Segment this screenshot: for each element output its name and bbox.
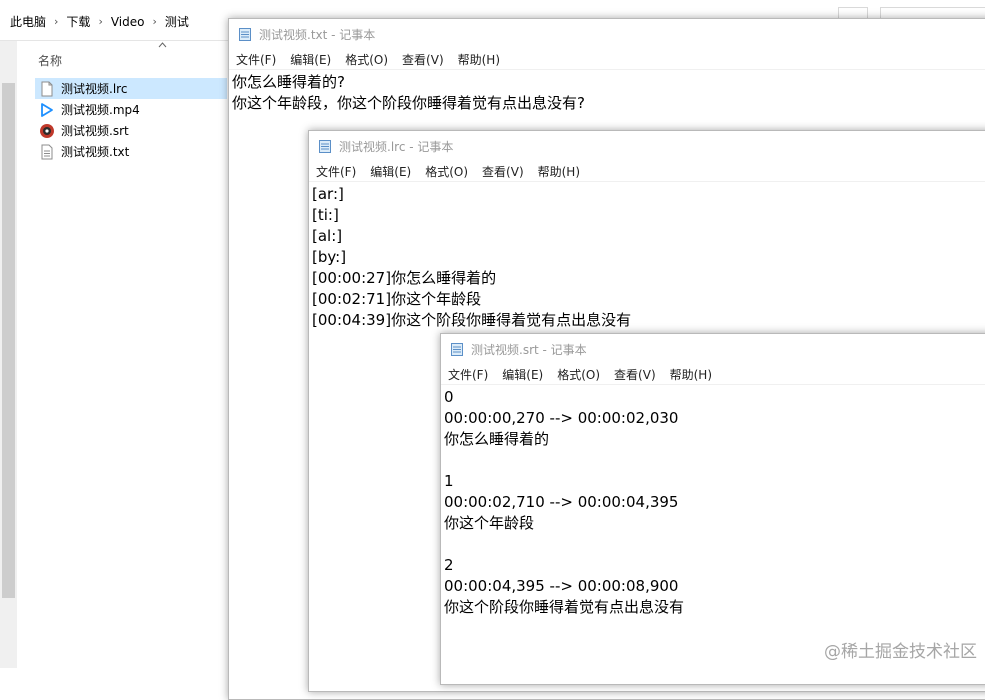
menu-format[interactable]: 格式(O) <box>345 51 388 68</box>
chevron-up-icon <box>158 42 167 48</box>
text-line: [00:02:71]你这个年龄段 <box>312 290 482 308</box>
file-row-txt[interactable]: 测试视频.txt <box>35 141 227 162</box>
menu-help[interactable]: 帮助(H) <box>458 51 500 68</box>
text-line: 你怎么睡得着的? <box>232 73 345 91</box>
menu-help[interactable]: 帮助(H) <box>538 163 580 180</box>
text-line: [00:00:27]你怎么睡得着的 <box>312 269 497 287</box>
file-row-srt[interactable]: 测试视频.srt <box>35 120 227 141</box>
text-line <box>444 534 985 555</box>
menu-edit[interactable]: 编辑(E) <box>290 51 331 68</box>
play-icon <box>39 102 55 118</box>
chevron-right-icon: › <box>152 15 157 28</box>
menu-file[interactable]: 文件(F) <box>448 366 488 383</box>
column-header-name[interactable]: 名称 <box>38 52 62 69</box>
notepad-icon <box>237 26 253 42</box>
text-line: 2 <box>444 556 454 574</box>
menu-help[interactable]: 帮助(H) <box>670 366 712 383</box>
text-line: 1 <box>444 472 454 490</box>
notepad-icon <box>317 138 333 154</box>
text-line: 你这个年龄段，你这个阶段你睡得着觉有点出息没有? <box>232 94 585 112</box>
text-line: 你这个年龄段 <box>444 514 535 532</box>
breadcrumb-downloads[interactable]: 下载 <box>66 13 90 30</box>
text-line: 你这个阶段你睡得着觉有点出息没有 <box>444 598 685 616</box>
chevron-right-icon: › <box>98 15 103 28</box>
title-bar[interactable]: 测试视频.srt - 记事本 <box>441 334 985 364</box>
menu-bar: 文件(F) 编辑(E) 格式(O) 查看(V) 帮助(H) <box>441 364 985 385</box>
text-line: 你怎么睡得着的 <box>444 430 550 448</box>
menu-file[interactable]: 文件(F) <box>316 163 356 180</box>
text-line: [00:04:39]你这个阶段你睡得着觉有点出息没有 <box>312 311 632 329</box>
breadcrumb-this-pc[interactable]: 此电脑 <box>10 13 46 30</box>
watermark: @稀土掘金技术社区 <box>824 642 977 662</box>
breadcrumb-test[interactable]: 测试 <box>165 13 189 30</box>
text-editor[interactable]: 0 00:00:00,270 --> 00:00:02,030 你怎么睡得着的 1 0… <box>441 385 985 618</box>
menu-edit[interactable]: 编辑(E) <box>370 163 411 180</box>
menu-bar: 文件(F) 编辑(E) 格式(O) 查看(V) 帮助(H) <box>229 49 985 70</box>
menu-view[interactable]: 查看(V) <box>482 163 524 180</box>
breadcrumb: 此电脑 › 下载 › Video › 测试 <box>10 13 189 30</box>
text-line: 00:00:04,395 --> 00:00:08,900 <box>444 577 679 595</box>
notepad-file-icon <box>39 144 55 160</box>
title-bar[interactable]: 测试视频.txt - 记事本 <box>229 19 985 49</box>
file-name: 测试视频.txt <box>61 145 130 159</box>
file-list: 测试视频.lrc 测试视频.mp4 测试视频.srt 测试视频.txt <box>35 78 227 162</box>
notepad-window-srt[interactable]: 测试视频.srt - 记事本 文件(F) 编辑(E) 格式(O) 查看(V) 帮… <box>440 333 985 685</box>
menu-format[interactable]: 格式(O) <box>425 163 468 180</box>
file-name: 测试视频.mp4 <box>61 103 140 117</box>
text-line: [by:] <box>312 248 347 266</box>
text-line: 0 <box>444 388 454 406</box>
media-player-icon <box>39 123 55 139</box>
menu-edit[interactable]: 编辑(E) <box>502 366 543 383</box>
scrollbar-thumb[interactable] <box>2 83 15 598</box>
explorer-scrollbar[interactable] <box>0 41 17 668</box>
file-name: 测试视频.srt <box>61 124 129 138</box>
menu-view[interactable]: 查看(V) <box>614 366 656 383</box>
menu-bar: 文件(F) 编辑(E) 格式(O) 查看(V) 帮助(H) <box>309 161 985 182</box>
file-row-mp4[interactable]: 测试视频.mp4 <box>35 99 227 120</box>
text-line <box>444 450 985 471</box>
text-line: 00:00:00,270 --> 00:00:02,030 <box>444 409 679 427</box>
text-file-icon <box>39 81 55 97</box>
notepad-icon <box>449 341 465 357</box>
menu-view[interactable]: 查看(V) <box>402 51 444 68</box>
chevron-right-icon: › <box>54 15 59 28</box>
menu-file[interactable]: 文件(F) <box>236 51 276 68</box>
file-row-lrc[interactable]: 测试视频.lrc <box>35 78 227 99</box>
text-line: 00:00:02,710 --> 00:00:04,395 <box>444 493 679 511</box>
breadcrumb-video[interactable]: Video <box>111 15 145 29</box>
window-title: 测试视频.txt - 记事本 <box>259 27 376 42</box>
title-bar[interactable]: 测试视频.lrc - 记事本 <box>309 131 985 161</box>
text-line: [ti:] <box>312 206 339 224</box>
text-editor[interactable]: 你怎么睡得着的? 你这个年龄段，你这个阶段你睡得着觉有点出息没有? <box>229 70 985 114</box>
menu-format[interactable]: 格式(O) <box>557 366 600 383</box>
text-line: [ar:] <box>312 185 344 203</box>
text-editor[interactable]: [ar:] [ti:] [al:] [by:] [00:00:27]你怎么睡得着的 [00… <box>309 182 985 331</box>
file-name: 测试视频.lrc <box>61 82 128 96</box>
text-line: [al:] <box>312 227 343 245</box>
window-title: 测试视频.lrc - 记事本 <box>339 139 454 154</box>
window-title: 测试视频.srt - 记事本 <box>471 342 587 357</box>
